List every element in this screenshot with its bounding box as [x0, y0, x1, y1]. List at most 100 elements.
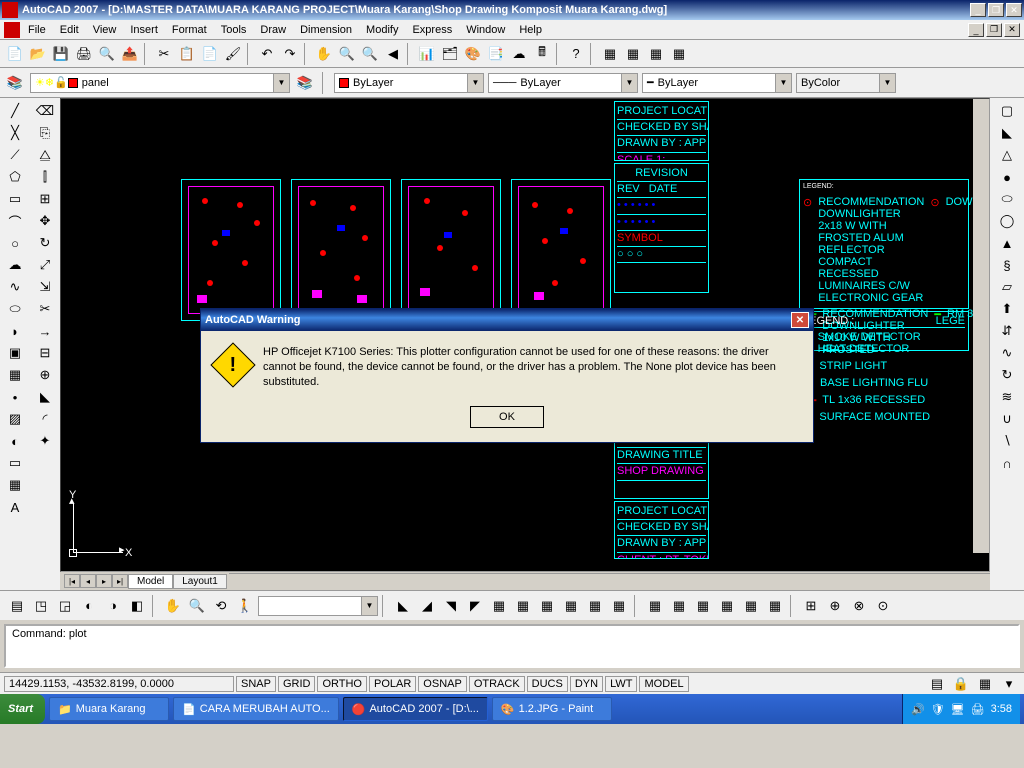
bottom-view-icon[interactable]: ◲ [54, 595, 76, 617]
pyramid-icon[interactable]: ▲ [996, 232, 1018, 254]
tab-first-icon[interactable]: |◂ [64, 574, 80, 588]
v6-icon[interactable]: ▦ [608, 595, 630, 617]
join-icon[interactable]: ⊕ [34, 364, 56, 386]
close-button[interactable]: ✕ [1006, 3, 1022, 17]
orbit-icon[interactable]: ⟲ [210, 595, 232, 617]
toggle-model[interactable]: MODEL [639, 676, 688, 692]
zoom-prev-icon[interactable]: ◀ [382, 43, 404, 65]
explode-icon[interactable]: ✦ [34, 430, 56, 452]
plotstyle-combo[interactable]: ByColor▼ [796, 73, 896, 93]
v12-icon[interactable]: ▦ [764, 595, 786, 617]
linetype-combo[interactable]: ─── ByLayer▼ [488, 73, 638, 93]
move-icon[interactable]: ✥ [34, 210, 56, 232]
hatch-icon[interactable]: ▨ [4, 408, 26, 430]
array-icon[interactable]: ⊞ [34, 188, 56, 210]
planar-icon[interactable]: ▱ [996, 276, 1018, 298]
circle-icon[interactable]: ○ [4, 232, 26, 254]
v2-icon[interactable]: ▦ [512, 595, 534, 617]
toggle-otrack[interactable]: OTRACK [469, 676, 525, 692]
left-view-icon[interactable]: ◧ [126, 595, 148, 617]
menu-edit[interactable]: Edit [54, 22, 85, 38]
pan-icon[interactable]: ✋ [313, 43, 335, 65]
taskbar-item-2[interactable]: 📄 CARA MERUBAH AUTO... [173, 697, 339, 721]
copy-icon[interactable]: 📋 [176, 43, 198, 65]
v4-icon[interactable]: ▦ [560, 595, 582, 617]
start-button[interactable]: Start [0, 694, 45, 724]
status-icon-4[interactable]: ▾ [998, 673, 1020, 695]
zoom-window-icon[interactable]: 🔍 [359, 43, 381, 65]
toggle-snap[interactable]: SNAP [236, 676, 276, 692]
break-icon[interactable]: ⊟ [34, 342, 56, 364]
tray-icon[interactable]: 🖨 [971, 703, 985, 716]
makeblock-icon[interactable]: ▦ [4, 364, 26, 386]
tab-prev-icon[interactable]: ◂ [80, 574, 96, 588]
tab-next-icon[interactable]: ▸ [96, 574, 112, 588]
tab-last-icon[interactable]: ▸| [112, 574, 128, 588]
back-view-icon[interactable]: ◑ [102, 595, 124, 617]
menu-tools[interactable]: Tools [215, 22, 253, 38]
torus-icon[interactable]: ◯ [996, 210, 1018, 232]
ucs2-icon[interactable]: ⊕ [824, 595, 846, 617]
v8-icon[interactable]: ▦ [668, 595, 690, 617]
mtext-icon[interactable]: A [4, 496, 26, 518]
layer-manager-icon[interactable]: 📚 [4, 72, 26, 94]
block-icon[interactable]: ▦ [599, 43, 621, 65]
sweep-icon[interactable]: ∿ [996, 342, 1018, 364]
mdi-restore-button[interactable]: ❐ [986, 23, 1002, 37]
plot-icon[interactable]: 🖨 [73, 43, 95, 65]
tab-scroll-h[interactable] [229, 573, 990, 589]
tray-icon[interactable]: 🛡 [931, 703, 945, 716]
paste-icon[interactable]: 📄 [199, 43, 221, 65]
scale-icon[interactable]: ⤢ [34, 254, 56, 276]
status-icon-3[interactable]: ▦ [974, 673, 996, 695]
toggle-ducs[interactable]: DUCS [527, 676, 568, 692]
v10-icon[interactable]: ▦ [716, 595, 738, 617]
layer-prev-icon[interactable]: 📚 [294, 72, 316, 94]
menu-modify[interactable]: Modify [360, 22, 404, 38]
front-view-icon[interactable]: ◐ [78, 595, 100, 617]
match-icon[interactable]: 🖌 [222, 43, 244, 65]
ucs1-icon[interactable]: ⊞ [800, 595, 822, 617]
arc-icon[interactable]: ⌒ [4, 210, 26, 232]
open-icon[interactable]: 📂 [27, 43, 49, 65]
stretch-icon[interactable]: ⇲ [34, 276, 56, 298]
ellipse-icon[interactable]: ⬭ [4, 298, 26, 320]
gradient-icon[interactable]: ◐ [4, 430, 26, 452]
iso-ne-icon[interactable]: ◥ [440, 595, 462, 617]
cut-icon[interactable]: ✂ [153, 43, 175, 65]
menu-draw[interactable]: Draw [254, 22, 292, 38]
ellipsearc-icon[interactable]: ◗ [4, 320, 26, 342]
wedge-icon[interactable]: ◣ [996, 122, 1018, 144]
intersect-icon[interactable]: ∩ [996, 452, 1018, 474]
canvas-scroll-v[interactable] [973, 99, 989, 553]
toggle-polar[interactable]: POLAR [369, 676, 416, 692]
status-icon-1[interactable]: ▤ [926, 673, 948, 695]
insert-icon[interactable]: ▣ [4, 342, 26, 364]
fillet-icon[interactable]: ◜ [34, 408, 56, 430]
mdi-minimize-button[interactable]: _ [968, 23, 984, 37]
offset-icon[interactable]: ⫿ [34, 166, 56, 188]
line-icon[interactable]: ╱ [4, 100, 26, 122]
v7-icon[interactable]: ▦ [644, 595, 666, 617]
designcenter-icon[interactable]: 🗂 [439, 43, 461, 65]
cylinder-icon[interactable]: ⬭ [996, 188, 1018, 210]
markup-icon[interactable]: ☁ [508, 43, 530, 65]
named-views-icon[interactable]: ▤ [6, 595, 28, 617]
new-icon[interactable]: 📄 [4, 43, 26, 65]
toggle-dyn[interactable]: DYN [570, 676, 603, 692]
menu-format[interactable]: Format [166, 22, 213, 38]
block2-icon[interactable]: ▦ [622, 43, 644, 65]
extrude-icon[interactable]: ⬆ [996, 298, 1018, 320]
undo-icon[interactable]: ↶ [256, 43, 278, 65]
toggle-ortho[interactable]: ORTHO [317, 676, 367, 692]
revcloud-icon[interactable]: ☁ [4, 254, 26, 276]
region-icon[interactable]: ▭ [4, 452, 26, 474]
redo-icon[interactable]: ↷ [279, 43, 301, 65]
menu-dimension[interactable]: Dimension [294, 22, 358, 38]
toggle-grid[interactable]: GRID [278, 676, 316, 692]
mdi-close-button[interactable]: ✕ [1004, 23, 1020, 37]
ok-button[interactable]: OK [470, 406, 544, 428]
tray-icon[interactable]: 🖥 [951, 703, 965, 716]
dialog-close-icon[interactable]: ✕ [791, 312, 809, 328]
restore-button[interactable]: ❐ [988, 3, 1004, 17]
